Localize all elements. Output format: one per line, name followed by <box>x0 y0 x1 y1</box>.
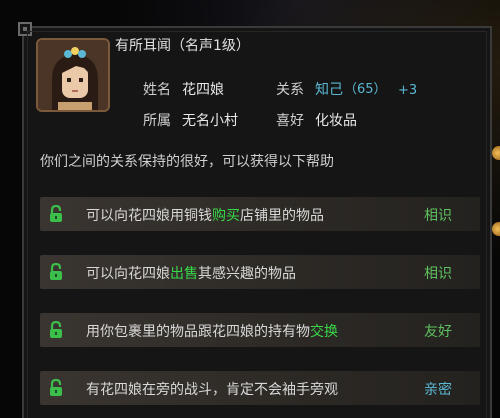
benefit-text: 用你包裹里的物品跟花四娘的持有物交换 <box>86 324 338 340</box>
padlock-icon <box>50 378 62 396</box>
benefit-tier: 友好 <box>424 324 452 340</box>
benefit-text: 可以向花四娘用铜钱购买店铺里的物品 <box>86 208 324 224</box>
reputation-title: 有所耳闻（名声1级） <box>115 38 250 54</box>
benefit-tier: 相识 <box>424 266 452 282</box>
benefit-highlight: 交换 <box>310 324 338 340</box>
hobby-label: 喜好 <box>276 113 304 129</box>
benefit-row-sell[interactable]: 可以向花四娘出售其感兴趣的物品 相识 <box>40 255 480 289</box>
affiliation-label: 所属 <box>143 113 171 129</box>
benefit-highlight: 购买 <box>212 208 240 224</box>
padlock-icon <box>50 262 62 280</box>
benefit-tier: 相识 <box>424 208 452 224</box>
padlock-icon <box>50 320 62 338</box>
relation-value: 知己 <box>315 82 343 98</box>
affiliation-value: 无名小村 <box>182 113 238 129</box>
side-light-bottom <box>492 222 500 236</box>
relation-points: （65） <box>344 82 387 97</box>
benefit-row-exchange[interactable]: 用你包裹里的物品跟花四娘的持有物交换 友好 <box>40 313 480 347</box>
benefit-highlight: 出售 <box>170 266 198 282</box>
name-label: 姓名 <box>143 82 171 98</box>
relation-bonus: +3 <box>398 83 418 98</box>
benefit-tier: 亲密 <box>424 382 452 398</box>
relationship-description: 你们之间的关系保持的很好，可以获得以下帮助 <box>40 154 334 170</box>
benefit-row-battle[interactable]: 有花四娘在旁的战斗，肯定不会袖手旁观 亲密 <box>40 371 480 405</box>
character-portrait <box>36 38 110 112</box>
benefit-text: 可以向花四娘出售其感兴趣的物品 <box>86 266 296 282</box>
hobby-value: 化妆品 <box>315 113 357 129</box>
side-light-top <box>492 146 500 160</box>
benefit-text: 有花四娘在旁的战斗，肯定不会袖手旁观 <box>86 382 338 398</box>
benefit-row-buy[interactable]: 可以向花四娘用铜钱购买店铺里的物品 相识 <box>40 197 480 231</box>
panel-corner-ornament <box>18 22 32 36</box>
name-value: 花四娘 <box>182 82 224 98</box>
relation-label: 关系 <box>276 82 304 98</box>
padlock-icon <box>50 204 62 222</box>
